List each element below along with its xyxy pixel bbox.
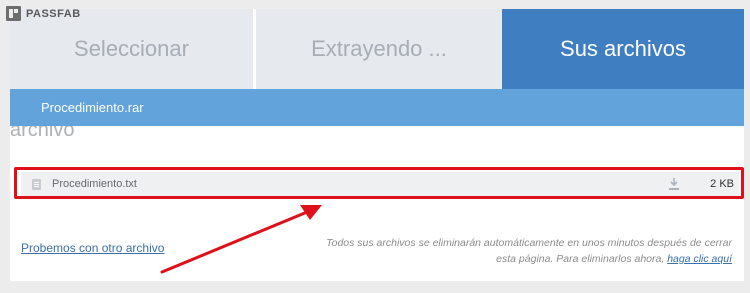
step-tabs: Seleccionar Extrayendo ... Sus archivos [10, 9, 744, 89]
try-another-file-link[interactable]: Probemos con otro archivo [21, 241, 164, 255]
auto-delete-notice: Todos sus archivos se eliminarán automát… [326, 235, 732, 267]
file-name[interactable]: Procedimiento.txt [52, 178, 137, 190]
document-icon [32, 179, 41, 190]
brand: PASSFAB [6, 6, 81, 21]
archive-name: Procedimiento.rar [41, 100, 144, 115]
passfab-logo-icon [6, 6, 21, 21]
step-select[interactable]: Seleccionar [10, 9, 253, 89]
brand-name: PASSFAB [26, 7, 81, 20]
download-icon[interactable] [668, 177, 680, 191]
archive-heading-text: archivo [10, 126, 75, 141]
file-row[interactable]: Procedimiento.txt 2 KB [21, 172, 739, 197]
step-extracting[interactable]: Extrayendo ... [256, 9, 502, 89]
archive-heading: archivo [10, 126, 210, 142]
delete-now-link[interactable]: haga clic aquí [667, 253, 732, 265]
file-size: 2 KB [710, 178, 734, 190]
archive-bar: Procedimiento.rar [10, 89, 744, 126]
extractor-panel: Seleccionar Extrayendo ... Sus archivos … [10, 9, 744, 281]
step-your-files[interactable]: Sus archivos [502, 9, 744, 89]
